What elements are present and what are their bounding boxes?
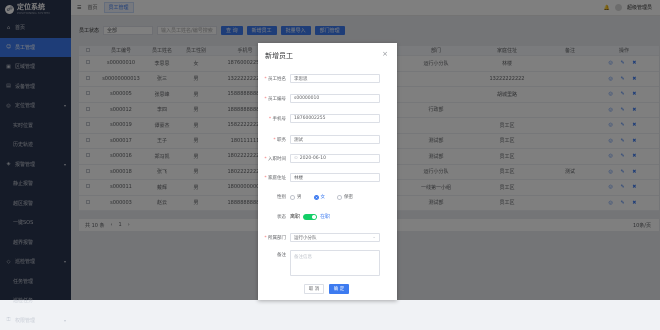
chevron-down-icon: ⌄ [372, 235, 376, 240]
lock-icon: ⚿ [6, 317, 11, 323]
status-on-label: 在职 [320, 213, 330, 220]
code-label: 员工编号 [268, 97, 286, 102]
date-picker[interactable]: ⊙2020-06-10 [290, 154, 380, 163]
sidebar-item-label: 权限管理 [15, 317, 35, 324]
gender-row: 性别 男 女 保密 [258, 194, 397, 200]
calendar-icon: ⊙ [294, 156, 298, 161]
remark-row: 备注 备注信息 [258, 250, 397, 276]
dialog-title: 新增员工 [265, 51, 293, 61]
remark-label: 备注 [258, 250, 290, 258]
code-field[interactable]: s00000010 [290, 94, 380, 103]
cancel-button[interactable]: 取 消 [304, 284, 324, 294]
add-employee-dialog: 新增员工 × * 员工姓名 李思思 * 员工编号 s00000010 * 手机号… [258, 43, 397, 300]
date-value: 2020-06-10 [300, 156, 326, 161]
job-row: * 职务 测试 [258, 135, 397, 144]
dept-value: 运行小分队 [294, 235, 317, 241]
close-icon[interactable]: × [382, 50, 388, 58]
phone-row: * 手机号 18760002255 [258, 114, 397, 123]
sidebar-item[interactable]: ⚿ 权限管理 ▾ [0, 311, 71, 330]
address-field[interactable]: 林楼 [290, 173, 380, 182]
address-row: * 家庭住址 林楼 [258, 173, 397, 182]
gender-radio-secret[interactable]: 保密 [337, 194, 353, 200]
date-label: 入职时间 [268, 157, 286, 162]
confirm-button[interactable]: 确 定 [329, 284, 349, 294]
name-field[interactable]: 李思思 [290, 74, 380, 83]
status-off-label: 离职 [290, 213, 300, 220]
job-field[interactable]: 测试 [290, 135, 380, 144]
remark-textarea[interactable]: 备注信息 [290, 250, 380, 276]
address-label: 家庭住址 [268, 176, 286, 181]
phone-label: 手机号 [273, 117, 287, 122]
gender-radio-female[interactable]: 女 [314, 194, 326, 200]
status-switch[interactable] [303, 214, 317, 220]
phone-field[interactable]: 18760002255 [290, 114, 380, 123]
status-label: 状态 [258, 214, 290, 220]
job-label: 职务 [277, 138, 286, 143]
date-row: * 入职时间 ⊙2020-06-10 [258, 154, 397, 163]
code-row: * 员工编号 s00000010 [258, 94, 397, 103]
name-row: * 员工姓名 李思思 [258, 74, 397, 83]
gender-label: 性别 [258, 194, 290, 200]
chevron-down-icon: ▾ [64, 318, 66, 323]
dept-label: 所属部门 [268, 236, 286, 241]
dept-row: * 所属部门 运行小分队⌄ [258, 233, 397, 242]
gender-radio-male[interactable]: 男 [290, 194, 302, 200]
name-label: 员工姓名 [268, 77, 286, 82]
dept-select[interactable]: 运行小分队 ⌄ [290, 233, 380, 242]
status-row: 状态 离职 在职 [258, 213, 397, 220]
